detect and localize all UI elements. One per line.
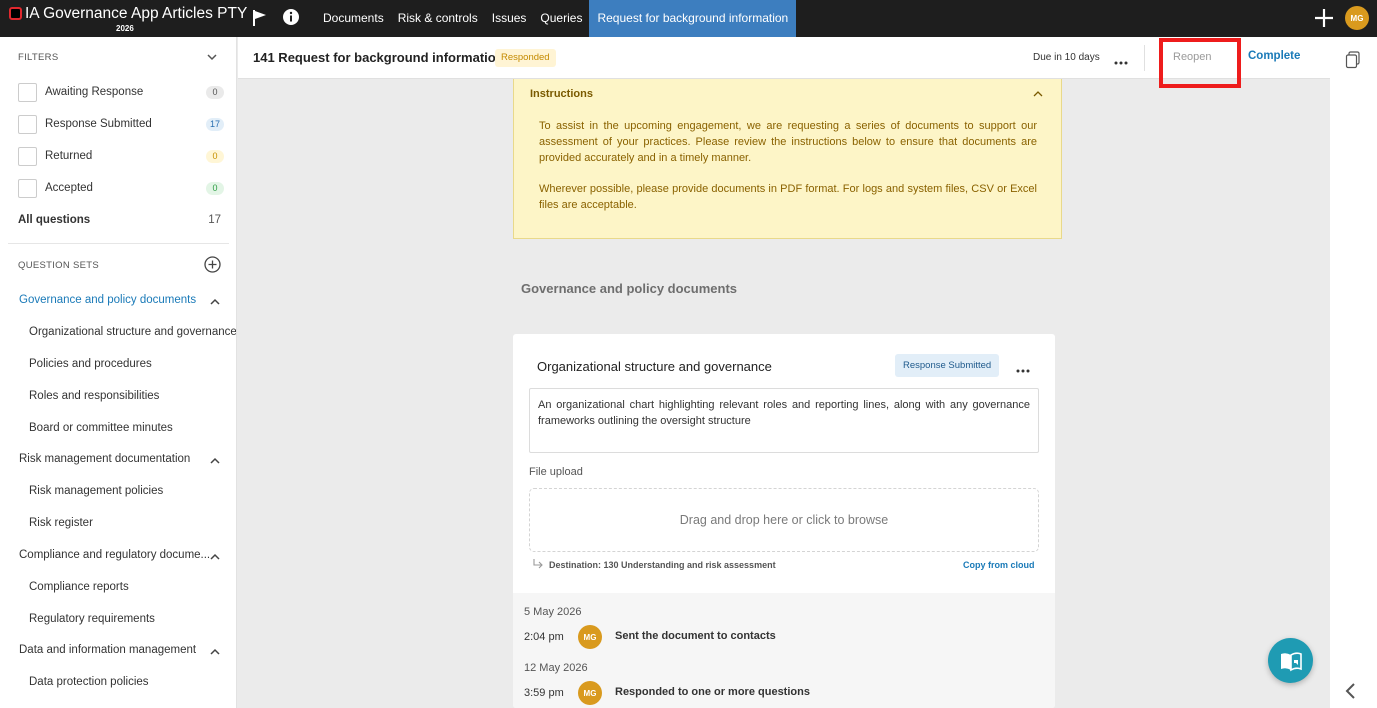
filter-label: Response Submitted (45, 118, 152, 130)
add-circle-icon[interactable] (204, 256, 221, 273)
checkbox[interactable] (18, 115, 37, 134)
status-badge: Responded (495, 49, 556, 67)
filter-label: Returned (45, 150, 93, 162)
question-card: Organizational structure and governance … (513, 334, 1055, 708)
activity-log: 5 May 2026 2:04 pm MG Sent the document … (513, 593, 1055, 708)
user-avatar[interactable]: MG (1345, 6, 1369, 30)
activity-text: Sent the document to contacts (615, 630, 776, 642)
all-questions-count: 17 (208, 214, 221, 226)
right-rail (1330, 37, 1377, 708)
filters-title: FILTERS (18, 52, 59, 63)
file-upload-label: File upload (529, 466, 583, 478)
book-help-icon (1281, 652, 1302, 672)
instructions-paragraph: Wherever possible, please provide docume… (539, 183, 1037, 211)
request-header: 141 Request for background information R… (238, 37, 1330, 88)
chevron-up-icon[interactable] (1032, 88, 1044, 100)
qs-item[interactable]: Risk register (29, 517, 93, 529)
brand-name: IA Governance App Articles PTY (25, 5, 248, 22)
count-badge: 0 (206, 86, 224, 99)
question-text: An organizational chart highlighting rel… (529, 388, 1039, 453)
nav-issues[interactable]: Issues (485, 0, 534, 37)
brand-logo-icon (9, 7, 22, 20)
main-nav: Documents Risk & controls Issues Queries… (316, 0, 797, 37)
avatar: MG (578, 625, 602, 649)
count-badge: 0 (206, 150, 224, 163)
nav-request-background-info[interactable]: Request for background information (589, 0, 797, 37)
qs-item[interactable]: Compliance reports (29, 581, 129, 593)
file-dropzone[interactable]: Drag and drop here or click to browse (529, 488, 1039, 552)
more-options-icon[interactable] (1015, 363, 1031, 373)
activity-date: 12 May 2026 (524, 662, 588, 674)
chevron-up-icon[interactable] (209, 296, 221, 308)
nav-queries[interactable]: Queries (533, 0, 589, 37)
qs-item[interactable]: Regulatory requirements (29, 613, 155, 625)
due-date: Due in 10 days (1033, 52, 1100, 63)
brand[interactable]: IA Governance App Articles PTY 2026 (0, 0, 247, 37)
top-bar: IA Governance App Articles PTY 2026 Docu… (0, 0, 1377, 37)
count-badge: 17 (205, 118, 224, 131)
qs-group-risk[interactable]: Risk management documentation (19, 453, 190, 465)
nav-documents[interactable]: Documents (316, 0, 391, 37)
qs-item[interactable]: Organizational structure and governance (29, 326, 236, 338)
divider (1144, 45, 1145, 71)
qs-item[interactable]: Board or committee minutes (29, 422, 173, 434)
filter-returned[interactable]: Returned 0 (18, 147, 224, 167)
section-heading: Governance and policy documents (521, 281, 737, 296)
chevron-left-icon[interactable] (1344, 681, 1358, 701)
chevron-down-icon[interactable] (206, 51, 218, 63)
qs-group-governance[interactable]: Governance and policy documents (19, 294, 196, 306)
all-questions-label: All questions (18, 214, 91, 226)
help-button[interactable] (1268, 638, 1313, 683)
copy-icon[interactable] (1345, 51, 1361, 69)
highlight-box (1159, 38, 1241, 88)
qs-group-compliance[interactable]: Compliance and regulatory docume... (19, 549, 210, 561)
chevron-up-icon[interactable] (209, 551, 221, 563)
sidebar: FILTERS Awaiting Response 0 Response Sub… (0, 37, 237, 708)
qs-item[interactable]: Policies and procedures (29, 358, 152, 370)
checkbox[interactable] (18, 83, 37, 102)
flag-icon[interactable] (251, 8, 271, 28)
chevron-up-icon[interactable] (209, 646, 221, 658)
page-title: 141 Request for background information (253, 50, 504, 65)
all-questions[interactable]: All questions 17 (18, 214, 221, 226)
activity-time: 3:59 pm (524, 687, 564, 699)
instructions-paragraph: To assist in the upcoming engagement, we… (539, 120, 1037, 164)
filter-label: Awaiting Response (45, 86, 144, 98)
filter-accepted[interactable]: Accepted 0 (18, 179, 224, 199)
qs-item[interactable]: Data protection policies (29, 676, 149, 688)
question-title: Organizational structure and governance (537, 359, 772, 374)
activity-date: 5 May 2026 (524, 606, 582, 618)
activity-text: Responded to one or more questions (615, 686, 810, 698)
status-badge: Response Submitted (895, 354, 1000, 377)
instructions-panel: Instructions To assist in the upcoming e… (513, 79, 1062, 239)
more-options-icon[interactable] (1113, 55, 1129, 65)
count-badge: 0 (206, 182, 224, 195)
qs-item[interactable]: Risk management policies (29, 485, 163, 497)
checkbox[interactable] (18, 147, 37, 166)
qs-group-data[interactable]: Data and information management (19, 644, 196, 656)
chevron-up-icon[interactable] (209, 455, 221, 467)
question-sets-title: QUESTION SETS (18, 260, 99, 271)
info-icon[interactable] (282, 8, 302, 28)
instructions-title: Instructions (530, 88, 593, 100)
qs-item[interactable]: Roles and responsibilities (29, 390, 159, 402)
divider (8, 243, 229, 244)
avatar: MG (578, 681, 602, 705)
filter-label: Accepted (45, 182, 93, 194)
return-arrow-icon (532, 558, 544, 570)
filter-awaiting-response[interactable]: Awaiting Response 0 (18, 83, 224, 103)
brand-year: 2026 (116, 24, 134, 33)
complete-button[interactable]: Complete (1248, 50, 1300, 62)
plus-icon[interactable] (1313, 7, 1335, 29)
destination-text: Destination: 130 Understanding and risk … (549, 560, 776, 570)
copy-from-cloud-link[interactable]: Copy from cloud (963, 560, 1035, 570)
activity-time: 2:04 pm (524, 631, 564, 643)
checkbox[interactable] (18, 179, 37, 198)
nav-risk-controls[interactable]: Risk & controls (391, 0, 485, 37)
filter-response-submitted[interactable]: Response Submitted 17 (18, 115, 224, 135)
